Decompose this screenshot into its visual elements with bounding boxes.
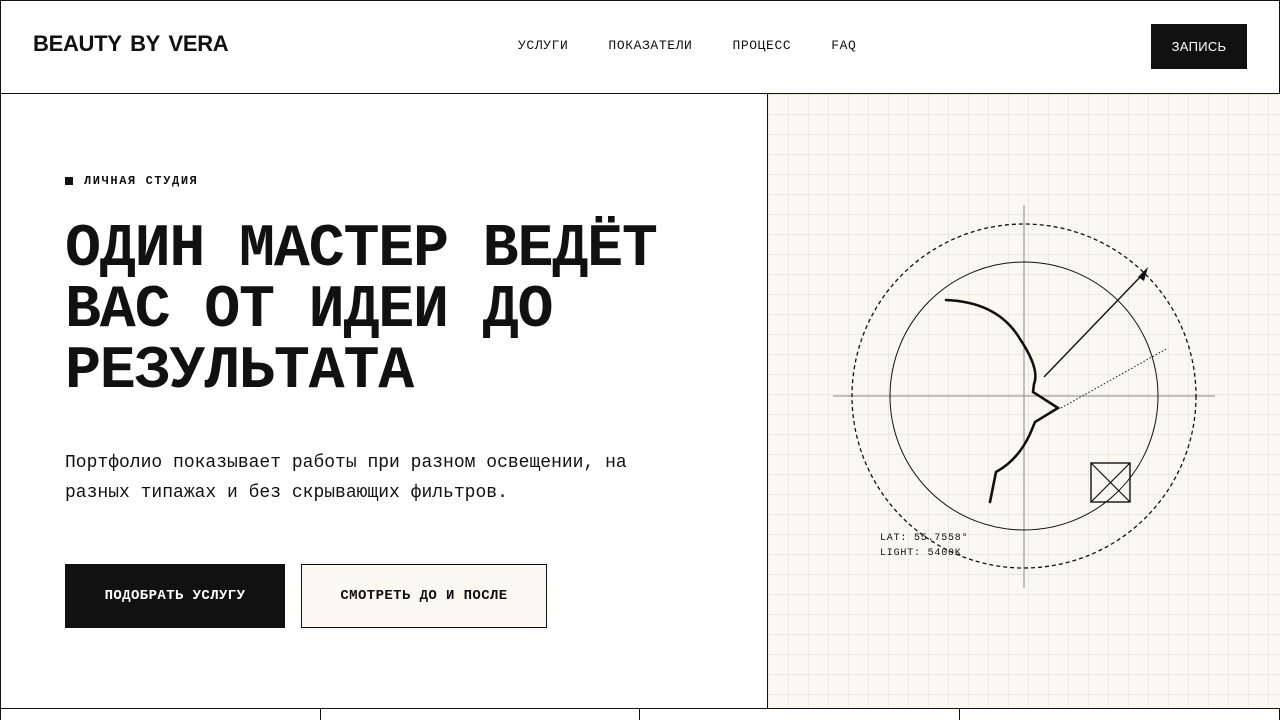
headline-line-2: ВАС ОТ ИДЕИ ДО	[65, 277, 553, 345]
headline-line-3: РЕЗУЛЬТАТА	[65, 338, 414, 406]
description-line-1: Портфолио показывает работы при разном о…	[65, 453, 627, 473]
nav-link-metrics[interactable]: ПОКАЗАТЕЛИ	[608, 39, 692, 53]
bottom-strip	[0, 708, 1280, 720]
light-direction-line	[1043, 273, 1144, 378]
bottom-cell-divider	[320, 709, 640, 720]
diagram-panel: LAT: 55.7558° LIGHT: 5400K	[767, 94, 1280, 708]
studio-tag-label: ЛИЧНАЯ СТУДИЯ	[84, 174, 199, 188]
light-readout: LIGHT: 5400K	[880, 548, 962, 559]
site-logo[interactable]: BEAUTY BY VERA	[33, 31, 229, 57]
bottom-cell-divider	[959, 709, 1279, 720]
nav-link-faq[interactable]: FAQ	[831, 39, 856, 53]
site-header: BEAUTY BY VERA УСЛУГИ ПОКАЗАТЕЛИ ПРОЦЕСС…	[0, 0, 1280, 94]
hero-headline: ОДИН МАСТЕР ВЕДЁТ ВАС ОТ ИДЕИ ДО РЕЗУЛЬТ…	[65, 220, 745, 403]
description-line-2: разных типажах и без скрывающих фильтров…	[65, 483, 508, 503]
main-nav: УСЛУГИ ПОКАЗАТЕЛИ ПРОЦЕСС FAQ	[518, 39, 856, 53]
headline-line-1: ОДИН МАСТЕР ВЕДЁТ	[65, 216, 658, 284]
book-appointment-button[interactable]: ЗАПИСЬ	[1151, 24, 1247, 69]
studio-tag: ЛИЧНАЯ СТУДИЯ	[65, 174, 198, 188]
choose-service-button[interactable]: ПОДОБРАТЬ УСЛУГУ	[65, 564, 285, 628]
nav-link-services[interactable]: УСЛУГИ	[518, 39, 568, 53]
latitude-readout: LAT: 55.7558°	[880, 532, 968, 544]
bottom-cell-divider	[639, 709, 959, 720]
hero-description: Портфолио показывает работы при разном о…	[65, 448, 705, 508]
square-bullet-icon	[65, 177, 73, 185]
face-profile-path	[944, 298, 1061, 504]
arrow-head-icon	[1138, 267, 1148, 281]
nav-link-process[interactable]: ПРОЦЕСС	[732, 39, 791, 53]
before-after-button[interactable]: СМОТРЕТЬ ДО И ПОСЛЕ	[301, 564, 547, 628]
face-diagram-icon: LAT: 55.7558° LIGHT: 5400K	[833, 205, 1215, 588]
